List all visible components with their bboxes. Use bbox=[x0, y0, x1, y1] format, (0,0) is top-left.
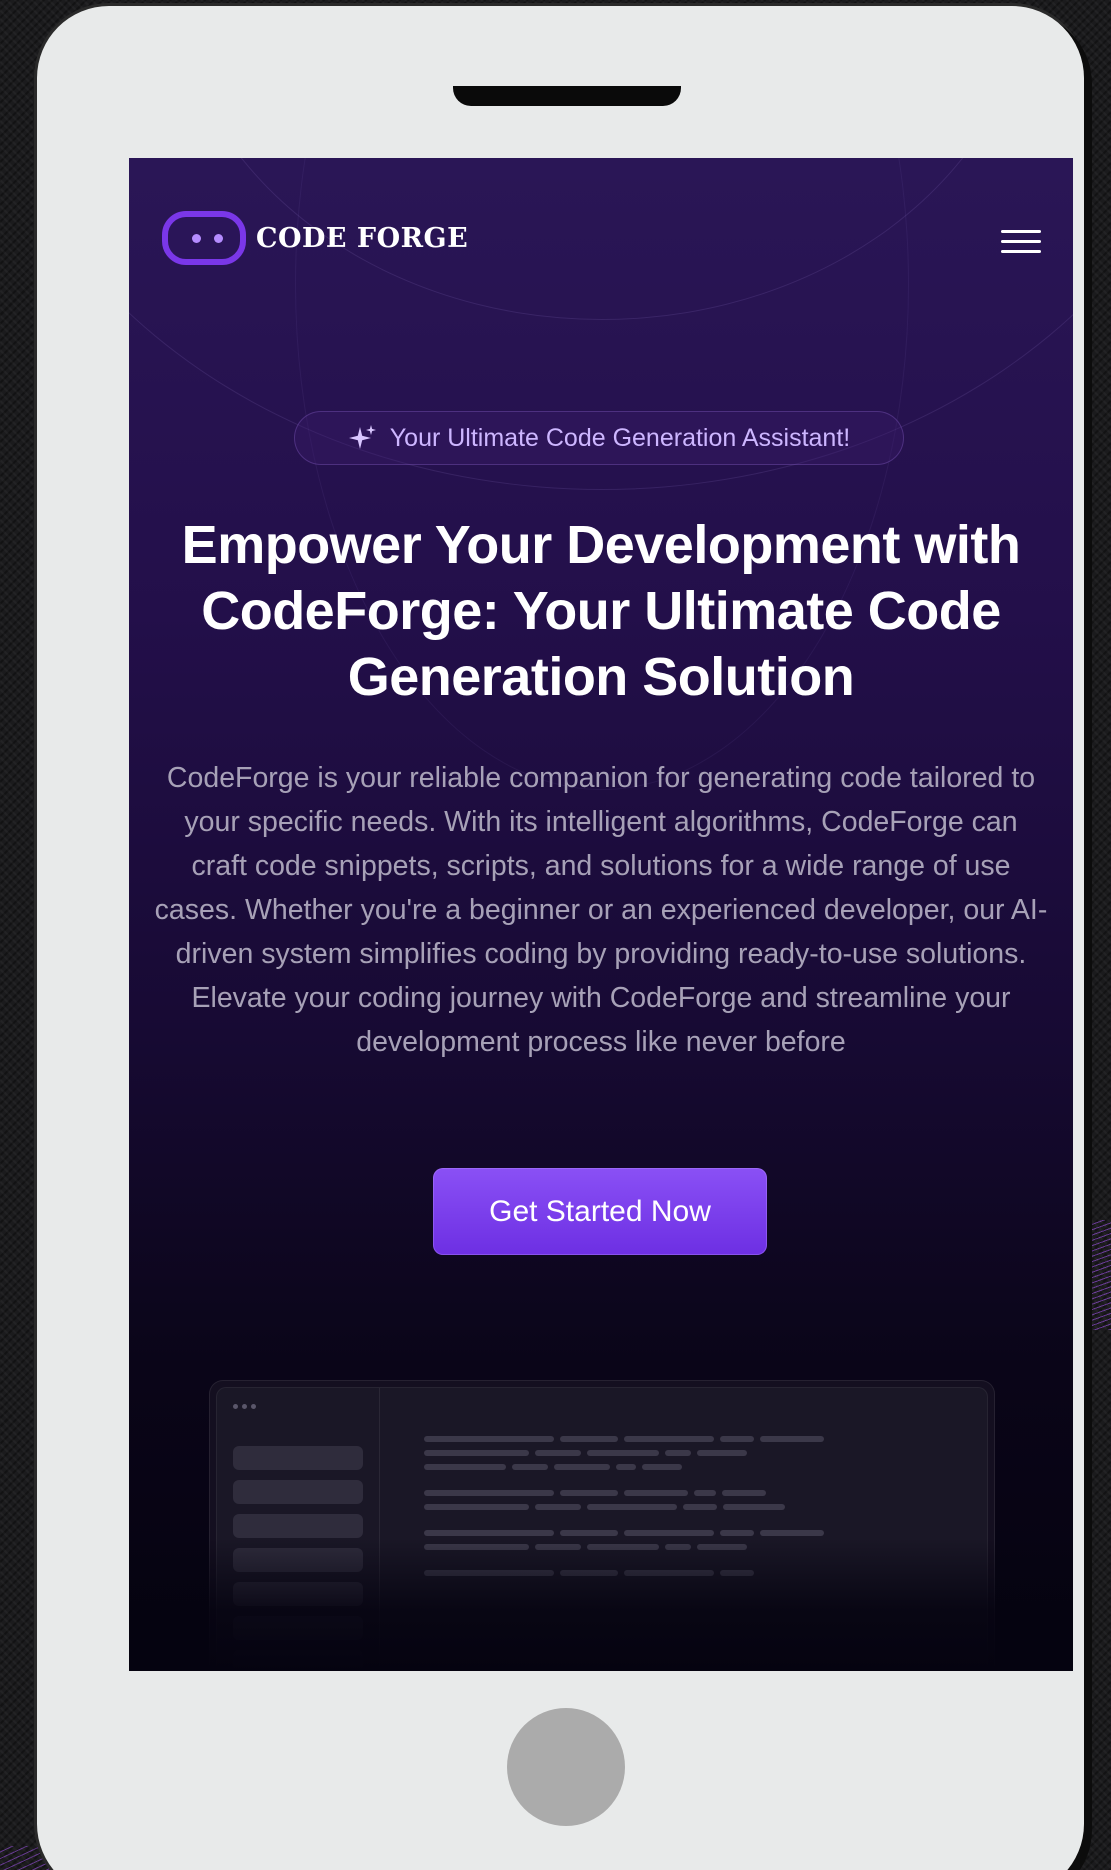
background-decoration bbox=[1091, 1220, 1111, 1330]
preview-code-line bbox=[720, 1530, 754, 1536]
phone-screen: CODE FORGE Your Ultimate Code Generation… bbox=[129, 158, 1073, 1671]
screen-fade-overlay bbox=[129, 1538, 1073, 1671]
preview-sidebar-item bbox=[233, 1480, 363, 1504]
preview-code-line bbox=[683, 1504, 717, 1510]
preview-code-line bbox=[554, 1464, 610, 1470]
preview-code-line bbox=[665, 1450, 691, 1456]
preview-code-line bbox=[760, 1530, 824, 1536]
preview-sidebar-item bbox=[233, 1446, 363, 1470]
hero-title: Empower Your Development with CodeForge:… bbox=[181, 515, 1021, 707]
preview-code-line bbox=[722, 1490, 766, 1496]
preview-code-line bbox=[424, 1490, 554, 1496]
preview-code-line bbox=[424, 1436, 554, 1442]
preview-sidebar-item bbox=[233, 1514, 363, 1538]
preview-code-line bbox=[424, 1504, 529, 1510]
preview-code-line bbox=[624, 1490, 688, 1496]
preview-code-line bbox=[642, 1464, 682, 1470]
preview-code-line bbox=[697, 1450, 747, 1456]
preview-code-line bbox=[424, 1450, 529, 1456]
preview-code-line bbox=[694, 1490, 716, 1496]
preview-code-line bbox=[560, 1530, 618, 1536]
window-dots-icon bbox=[233, 1404, 256, 1409]
preview-code-line bbox=[424, 1464, 506, 1470]
hamburger-line bbox=[1001, 230, 1041, 233]
preview-code-line bbox=[560, 1436, 618, 1442]
get-started-button[interactable]: Get Started Now bbox=[433, 1168, 767, 1255]
hamburger-line bbox=[1001, 250, 1041, 253]
preview-code-line bbox=[587, 1504, 677, 1510]
preview-code-line bbox=[616, 1464, 636, 1470]
hero-badge-text: Your Ultimate Code Generation Assistant! bbox=[389, 423, 851, 452]
phone-frame: CODE FORGE Your Ultimate Code Generation… bbox=[37, 6, 1084, 1870]
preview-code-line bbox=[624, 1436, 714, 1442]
logo[interactable]: CODE FORGE bbox=[162, 211, 468, 265]
preview-code-line bbox=[624, 1530, 714, 1536]
logo-text: CODE FORGE bbox=[256, 222, 469, 254]
sparkle-icon bbox=[348, 425, 376, 449]
logo-eye-left bbox=[192, 234, 201, 243]
phone-home-button[interactable] bbox=[507, 1708, 625, 1826]
hero-badge: Your Ultimate Code Generation Assistant! bbox=[294, 411, 904, 465]
preview-code-line bbox=[512, 1464, 548, 1470]
preview-code-line bbox=[723, 1504, 785, 1510]
preview-code-line bbox=[424, 1530, 554, 1536]
preview-code-line bbox=[760, 1436, 824, 1442]
preview-code-line bbox=[720, 1436, 754, 1442]
hero-description: CodeForge is your reliable companion for… bbox=[154, 762, 1048, 1058]
robot-face-icon bbox=[162, 211, 246, 265]
navbar: CODE FORGE bbox=[129, 158, 1073, 338]
preview-code-line bbox=[560, 1490, 618, 1496]
preview-code-line bbox=[535, 1450, 581, 1456]
preview-code-line bbox=[587, 1450, 659, 1456]
logo-eye-right bbox=[214, 234, 223, 243]
hamburger-line bbox=[1001, 240, 1041, 243]
phone-speaker-notch bbox=[453, 86, 681, 106]
preview-code-line bbox=[535, 1504, 581, 1510]
hamburger-menu-icon[interactable] bbox=[1001, 226, 1041, 258]
